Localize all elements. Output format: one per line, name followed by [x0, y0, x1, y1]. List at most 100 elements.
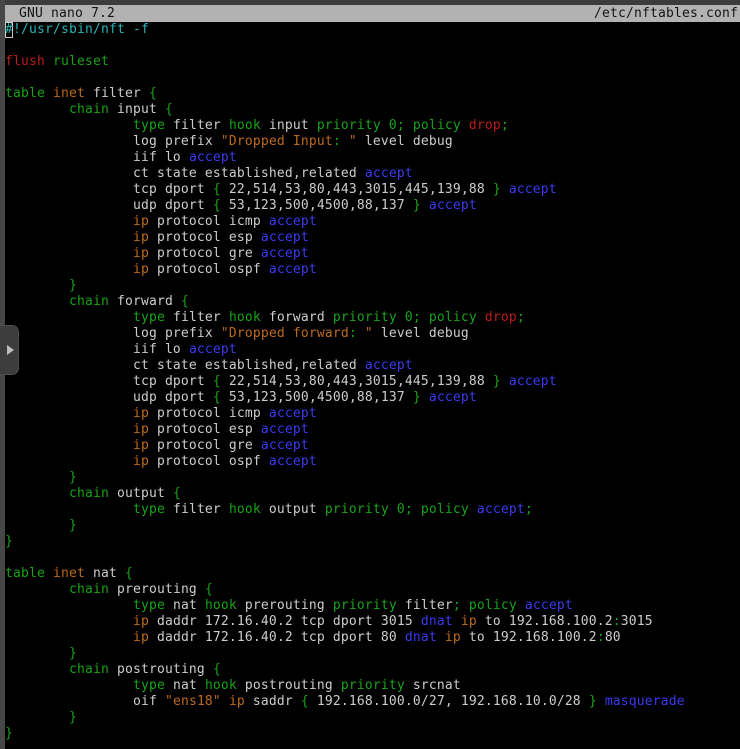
- code-line: ip protocol esp accept: [5, 422, 740, 438]
- indent: [5, 294, 69, 309]
- code-line: ip daddr 172.16.40.2 tcp dport 80 dnat i…: [5, 630, 740, 646]
- code-segment: policy: [429, 310, 477, 325]
- code-segment: protocol icmp: [149, 214, 269, 229]
- indent: [5, 678, 133, 693]
- code-segment: priority: [341, 678, 405, 693]
- code-line: [5, 38, 740, 54]
- code-segment: 22,514,53,80,443,3015,445,139,88: [221, 182, 493, 197]
- code-segment: ct state established,related: [133, 358, 365, 373]
- code-segment: accept: [261, 246, 309, 261]
- indent: [5, 694, 133, 709]
- indent: [5, 486, 69, 501]
- code-segment: 53,123,500,4500,88,137: [221, 198, 413, 213]
- code-line: type filter hook output priority 0; poli…: [5, 502, 740, 518]
- code-segment: hook: [229, 502, 261, 517]
- code-line: chain postrouting {: [5, 662, 740, 678]
- code-segment: }: [5, 726, 13, 741]
- code-segment: policy: [421, 502, 469, 517]
- code-segment: type: [133, 598, 165, 613]
- indent: [5, 214, 133, 229]
- code-segment: table: [5, 566, 45, 581]
- code-line: }: [5, 726, 740, 742]
- code-segment: ip: [133, 630, 149, 645]
- code-segment: dnat: [405, 630, 437, 645]
- indent: [5, 230, 133, 245]
- indent: [5, 630, 133, 645]
- code-segment: :: [597, 630, 605, 645]
- code-segment: 192.168.100.0/27, 192.168.10.0/28: [309, 694, 589, 709]
- code-line: ip protocol gre accept: [5, 438, 740, 454]
- code-segment: ": [357, 326, 373, 341]
- code-segment: inet: [53, 566, 85, 581]
- code-segment: [389, 502, 397, 517]
- code-segment: {: [213, 390, 221, 405]
- code-segment: daddr 172.16.40.2 tcp dport 80: [149, 630, 405, 645]
- code-segment: priority: [325, 502, 389, 517]
- code-segment: to 192.168.100.2: [461, 630, 597, 645]
- code-segment: {: [213, 198, 221, 213]
- code-segment: srcnat: [405, 678, 461, 693]
- code-segment: accept: [269, 262, 317, 277]
- code-segment: [405, 118, 413, 133]
- code-segment: [381, 118, 389, 133]
- code-segment: hook: [205, 598, 237, 613]
- code-line: type nat hook prerouting priority filter…: [5, 598, 740, 614]
- code-segment: }: [69, 470, 77, 485]
- code-segment: {: [301, 694, 309, 709]
- code-segment: ": [341, 134, 357, 149]
- code-segment: oif: [133, 694, 165, 709]
- code-segment: chain: [69, 294, 109, 309]
- editor-area[interactable]: #!/usr/sbin/nft -fflush rulesettable ine…: [5, 22, 740, 749]
- code-segment: ip: [133, 438, 149, 453]
- code-segment: output: [261, 502, 325, 517]
- code-line: ip protocol icmp accept: [5, 406, 740, 422]
- code-segment: }: [493, 374, 501, 389]
- indent: [5, 390, 133, 405]
- code-segment: :: [613, 614, 621, 629]
- code-segment: chain: [69, 582, 109, 597]
- code-line: }: [5, 710, 740, 726]
- code-segment: level debug: [373, 326, 469, 341]
- code-segment: [45, 54, 53, 69]
- code-segment: "Dropped forward: [221, 326, 349, 341]
- code-segment: }: [69, 710, 77, 725]
- code-segment: tcp dport: [133, 374, 213, 389]
- code-segment: type: [133, 678, 165, 693]
- code-segment: input: [261, 118, 317, 133]
- code-segment: [421, 310, 429, 325]
- code-segment: forward: [109, 294, 181, 309]
- code-line: tcp dport { 22,514,53,80,443,3015,445,13…: [5, 182, 740, 198]
- code-segment: ip: [461, 614, 477, 629]
- code-segment: 3015: [621, 614, 653, 629]
- code-line: udp dport { 53,123,500,4500,88,137 } acc…: [5, 390, 740, 406]
- indent: [5, 454, 133, 469]
- indent: [5, 150, 133, 165]
- code-segment: ip: [133, 246, 149, 261]
- code-segment: protocol gre: [149, 246, 261, 261]
- code-segment: prerouting: [109, 582, 205, 597]
- code-segment: [421, 390, 429, 405]
- code-segment: accept: [261, 438, 309, 453]
- code-segment: [453, 614, 461, 629]
- code-segment: [461, 598, 469, 613]
- sidebar-reveal-handle[interactable]: [0, 325, 19, 375]
- code-segment: policy: [413, 118, 461, 133]
- code-segment: hook: [205, 678, 237, 693]
- code-segment: ip: [133, 614, 149, 629]
- code-segment: filter: [165, 502, 229, 517]
- code-segment: filter: [165, 310, 229, 325]
- indent: [5, 470, 69, 485]
- code-segment: drop: [485, 310, 517, 325]
- code-segment: output: [109, 486, 173, 501]
- code-line: iif lo accept: [5, 342, 740, 358]
- code-segment: priority: [317, 118, 381, 133]
- code-segment: [477, 310, 485, 325]
- indent: [5, 246, 133, 261]
- code-segment: ip: [133, 454, 149, 469]
- code-segment: accept: [189, 342, 237, 357]
- code-segment: ip: [133, 422, 149, 437]
- code-segment: }: [493, 182, 501, 197]
- code-segment: [413, 502, 421, 517]
- code-segment: accept: [269, 214, 317, 229]
- indent: [5, 182, 133, 197]
